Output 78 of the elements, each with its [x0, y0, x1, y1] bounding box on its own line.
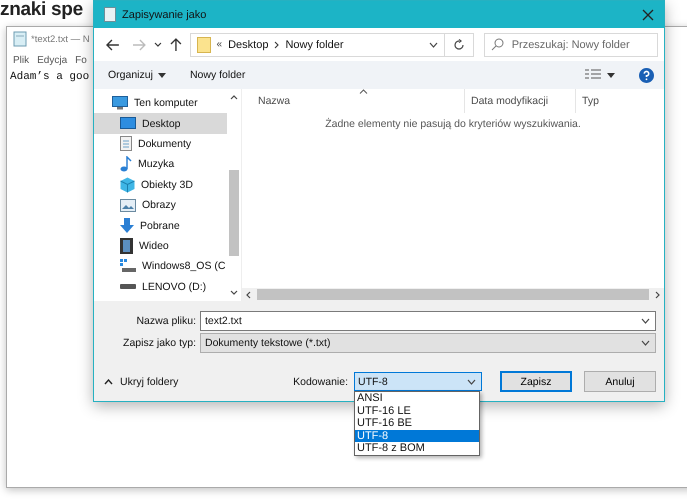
- dropdown-option[interactable]: ANSI: [355, 392, 479, 405]
- caret-icon: [641, 340, 650, 346]
- breadcrumb[interactable]: Nowy folder: [285, 38, 344, 50]
- monitor-icon: [112, 96, 128, 110]
- caret-up-icon: [104, 378, 113, 384]
- scroll-right-icon[interactable]: [655, 290, 660, 298]
- dropdown-option[interactable]: UTF-16 LE: [355, 404, 479, 418]
- desktop-icon: [120, 117, 136, 130]
- column-header[interactable]: Data modyfikacji: [464, 89, 575, 113]
- document-text: Adam’s a goo: [9, 70, 90, 85]
- image-icon: [120, 198, 136, 212]
- field-label: Nazwa pliku:: [135, 315, 196, 327]
- back-icon[interactable]: [106, 38, 120, 50]
- caret-icon[interactable]: [428, 42, 438, 48]
- dialog-button[interactable]: Anuluj: [584, 371, 656, 392]
- film-icon: [120, 238, 133, 254]
- caret-icon: [641, 318, 650, 324]
- hide-folders-button[interactable]: Ukryj foldery: [104, 376, 178, 388]
- toolbar-button[interactable]: Organizuj: [108, 69, 166, 81]
- menu-item[interactable]: Fo: [75, 54, 87, 66]
- up-arrow-icon[interactable]: [170, 38, 182, 52]
- tree-item[interactable]: Muzyka: [94, 154, 227, 175]
- caret-icon: [158, 72, 166, 78]
- dropdown-option[interactable]: UTF-8 z BOM: [355, 442, 479, 455]
- menu-item[interactable]: Edycja: [37, 54, 68, 66]
- field-label: Zapisz jako typ:: [122, 337, 196, 349]
- scroll-left-icon[interactable]: [246, 290, 251, 298]
- refresh-icon: [452, 38, 465, 50]
- tree-item[interactable]: Dokumenty: [94, 134, 227, 154]
- tree-item[interactable]: LENOVO (D:): [94, 276, 227, 297]
- caret-icon[interactable]: [154, 42, 162, 47]
- filename-field[interactable]: text2.txt: [200, 311, 656, 331]
- scroll-down-icon[interactable]: [230, 290, 238, 295]
- help-icon[interactable]: [639, 68, 654, 82]
- dropdown-option[interactable]: UTF-16 BE: [355, 417, 479, 430]
- folder-icon: [196, 36, 211, 52]
- drive-icon: [120, 259, 136, 274]
- chevron-icon[interactable]: [274, 40, 280, 48]
- breadcrumb-overflow[interactable]: «: [216, 39, 222, 50]
- page-heading: znaki spe: [0, 0, 83, 21]
- file-type-dropdown[interactable]: Dokumenty tekstowe (*.txt): [200, 333, 656, 353]
- tree-item[interactable]: Windows8_OS (C: [94, 256, 227, 277]
- tree-item[interactable]: Desktop: [94, 113, 227, 134]
- close-icon[interactable]: [642, 8, 654, 20]
- tree-item[interactable]: Pobrane: [94, 215, 227, 236]
- dialog-button[interactable]: Zapisz: [500, 371, 572, 392]
- notepad-icon: [13, 31, 27, 47]
- caret-icon[interactable]: [607, 72, 615, 78]
- tree-item[interactable]: Wideo: [94, 236, 227, 256]
- column-header[interactable]: Nazwa: [242, 89, 464, 113]
- scroll-up-icon[interactable]: [230, 95, 238, 100]
- tree-item[interactable]: Obiekty 3D: [94, 174, 227, 195]
- music-note-icon: [120, 156, 132, 172]
- column-header[interactable]: Typ: [575, 89, 599, 113]
- tree-item[interactable]: Ten komputer: [94, 93, 227, 114]
- breadcrumb[interactable]: Desktop: [228, 38, 268, 50]
- sort-caret-icon: [359, 89, 368, 94]
- window-title: Zapisywanie jako: [122, 8, 208, 20]
- toolbar-button[interactable]: Nowy folder: [190, 69, 246, 81]
- tree-item[interactable]: Obrazy: [94, 194, 227, 216]
- scrollbar[interactable]: [242, 288, 664, 301]
- empty-message: Żadne elementy nie pasują do kryteriów wyszukiwania.: [324, 118, 582, 132]
- document-icon: [120, 136, 132, 152]
- encoding-dropdown[interactable]: UTF-8: [354, 372, 482, 391]
- drive-icon: [120, 284, 136, 290]
- view-options-icon[interactable]: [585, 69, 601, 81]
- menu-item[interactable]: Plik: [13, 54, 30, 66]
- window-title: *text2.txt — N: [31, 34, 90, 44]
- address-bar[interactable]: « Desktop Nowy folder: [190, 32, 445, 56]
- down-arrow-icon: [120, 218, 134, 234]
- cube-icon: [120, 176, 135, 193]
- dropdown-option[interactable]: UTF-8: [355, 430, 479, 442]
- notepad-icon: [104, 7, 116, 22]
- search-icon: [490, 38, 504, 51]
- field-label: Kodowanie:: [293, 376, 348, 388]
- caret-icon: [467, 378, 476, 384]
- refresh-button[interactable]: [444, 32, 474, 56]
- search-field[interactable]: Przeszukaj: Nowy folder: [484, 32, 658, 56]
